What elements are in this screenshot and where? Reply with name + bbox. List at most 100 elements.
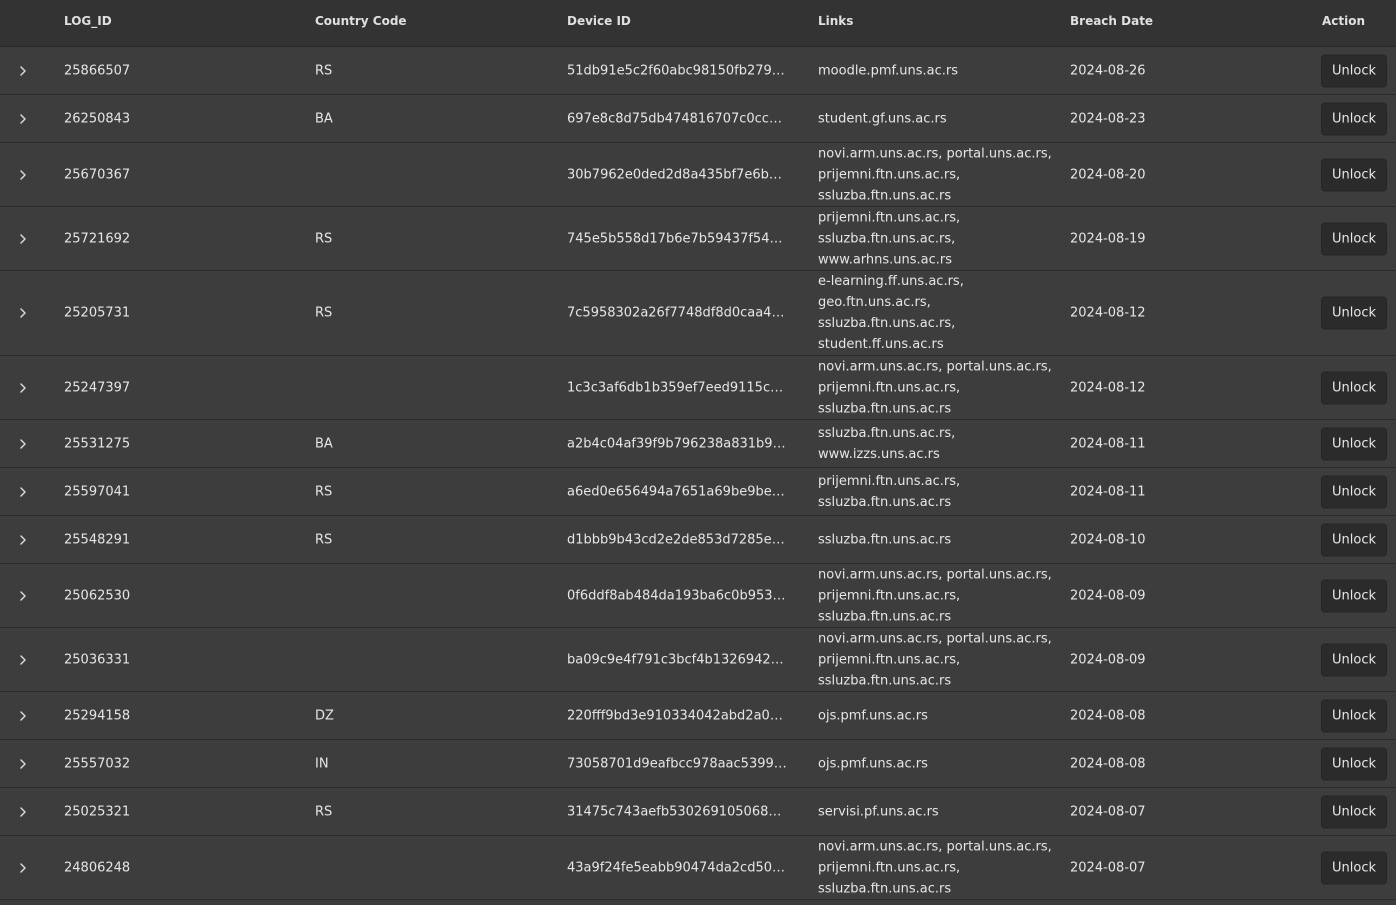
unlock-button[interactable]: Unlock <box>1321 699 1387 732</box>
expand-chevron-icon[interactable] <box>17 65 29 77</box>
cell-log-id: 25721692 <box>64 231 131 246</box>
cell-country-code: RS <box>315 484 333 499</box>
expand-chevron-icon[interactable] <box>17 862 29 874</box>
cell-country-code: RS <box>315 231 333 246</box>
table-row[interactable]: 25670367 30b7962e0ded2d8a435bf7e6b7a… novi… <box>0 143 1396 207</box>
cell-links: novi.arm.uns.ac.rs, portal.uns.ac.rs, pr… <box>818 567 1052 624</box>
cell-log-id: 25557032 <box>64 756 131 771</box>
unlock-button[interactable]: Unlock <box>1321 296 1387 330</box>
cell-log-id: 25205731 <box>64 305 131 321</box>
cell-country-code: BA <box>315 436 333 451</box>
cell-breach-date: 2024-08-09 <box>1070 588 1146 603</box>
table-row[interactable]: 25247397 1c3c3af6db1b359ef7eed9115c047… no… <box>0 356 1396 420</box>
cell-breach-date: 2024-08-11 <box>1070 484 1146 499</box>
cell-country-code: RS <box>315 305 333 321</box>
expand-chevron-icon[interactable] <box>17 534 29 546</box>
table-header: LOG_ID Country Code Device ID Links Brea… <box>0 0 1396 47</box>
unlock-button[interactable]: Unlock <box>1321 54 1387 87</box>
cell-device-id: ba09c9e4f791c3bcf4b13269429b… <box>567 652 789 667</box>
cell-device-id: 7c5958302a26f7748df8d0caa43… <box>567 305 789 321</box>
expand-chevron-icon[interactable] <box>17 806 29 818</box>
unlock-button[interactable]: Unlock <box>1321 371 1387 404</box>
header-country-code[interactable]: Country Code <box>315 14 407 28</box>
unlock-button[interactable]: Unlock <box>1321 158 1387 191</box>
table-row[interactable]: 24806248 43a9f24fe5eabb90474da2cd500… novi… <box>0 836 1396 900</box>
cell-breach-date: 2024-08-08 <box>1070 756 1146 771</box>
table-row[interactable]: 25036331 ba09c9e4f791c3bcf4b13269429b… nov… <box>0 628 1396 692</box>
unlock-button[interactable]: Unlock <box>1321 795 1387 828</box>
unlock-button[interactable]: Unlock <box>1321 523 1387 556</box>
header-links[interactable]: Links <box>818 14 853 28</box>
cell-device-id: 220fff9bd3e910334042abd2a07d… <box>567 708 789 723</box>
cell-log-id: 25531275 <box>64 436 131 451</box>
table-body: 25866507 RS 51db91e5c2f60abc98150fb279fe9…… <box>0 47 1396 900</box>
cell-country-code: DZ <box>315 708 334 723</box>
table-row[interactable]: 25597041 RS a6ed0e656494a7651a69be9be6f… pr… <box>0 468 1396 516</box>
cell-breach-date: 2024-08-07 <box>1070 860 1146 875</box>
cell-device-id: a6ed0e656494a7651a69be9be6f… <box>567 484 789 499</box>
expand-chevron-icon[interactable] <box>17 710 29 722</box>
expand-chevron-icon[interactable] <box>17 654 29 666</box>
header-breach-date[interactable]: Breach Date <box>1070 14 1153 28</box>
cell-log-id: 24806248 <box>64 860 131 875</box>
cell-breach-date: 2024-08-19 <box>1070 231 1146 246</box>
cell-country-code: BA <box>315 111 333 126</box>
table-row[interactable]: 25294158 DZ 220fff9bd3e910334042abd2a07d… o… <box>0 692 1396 740</box>
table-row[interactable]: 25548291 RS d1bbb9b43cd2e2de853d7285efee… s… <box>0 516 1396 564</box>
unlock-button[interactable]: Unlock <box>1321 427 1387 460</box>
table-row[interactable]: 25205731 RS 7c5958302a26f7748df8d0caa43… e-… <box>0 271 1396 356</box>
unlock-button[interactable]: Unlock <box>1321 579 1387 612</box>
cell-device-id: 43a9f24fe5eabb90474da2cd500… <box>567 860 789 875</box>
expand-chevron-icon[interactable] <box>17 758 29 770</box>
table-row[interactable]: 25721692 RS 745e5b558d17b6e7b59437f5464… pr… <box>0 207 1396 271</box>
unlock-button[interactable]: Unlock <box>1321 222 1387 255</box>
cell-breach-date: 2024-08-12 <box>1070 380 1146 395</box>
unlock-button[interactable]: Unlock <box>1321 851 1387 884</box>
table-row[interactable]: 25866507 RS 51db91e5c2f60abc98150fb279fe9…… <box>0 47 1396 95</box>
expand-chevron-icon[interactable] <box>17 486 29 498</box>
unlock-button[interactable]: Unlock <box>1321 747 1387 780</box>
table-row[interactable]: 25531275 BA a2b4c04af39f9b796238a831b95… ss… <box>0 420 1396 468</box>
cell-log-id: 25670367 <box>64 167 131 182</box>
cell-device-id: 1c3c3af6db1b359ef7eed9115c047… <box>567 380 789 395</box>
cell-links: prijemni.ftn.uns.ac.rs, ssluzba.ftn.uns.… <box>818 210 961 267</box>
cell-links: ojs.pmf.uns.ac.rs <box>818 756 928 771</box>
cell-breach-date: 2024-08-09 <box>1070 652 1146 667</box>
cell-log-id: 26250843 <box>64 111 131 126</box>
cell-breach-date: 2024-08-07 <box>1070 804 1146 819</box>
cell-device-id: 697e8c8d75db474816707c0ccc6… <box>567 111 789 126</box>
expand-chevron-icon[interactable] <box>17 382 29 394</box>
cell-links: novi.arm.uns.ac.rs, portal.uns.ac.rs, pr… <box>818 146 1052 203</box>
unlock-button[interactable]: Unlock <box>1321 643 1387 676</box>
table-row[interactable]: 25557032 IN 73058701d9eafbcc978aac5399a… oj… <box>0 740 1396 788</box>
expand-chevron-icon[interactable] <box>17 169 29 181</box>
cell-links: servisi.pf.uns.ac.rs <box>818 804 939 819</box>
expand-chevron-icon[interactable] <box>17 438 29 450</box>
unlock-button[interactable]: Unlock <box>1321 102 1387 135</box>
cell-country-code: RS <box>315 804 333 819</box>
table-row[interactable]: 25025321 RS 31475c743aefb530269105068ad… se… <box>0 788 1396 836</box>
cell-log-id: 25247397 <box>64 380 131 395</box>
cell-breach-date: 2024-08-10 <box>1070 532 1146 547</box>
cell-breach-date: 2024-08-26 <box>1070 63 1146 78</box>
cell-device-id: 51db91e5c2f60abc98150fb279fe9… <box>567 63 789 78</box>
header-log-id[interactable]: LOG_ID <box>64 14 112 28</box>
expand-chevron-icon[interactable] <box>17 307 29 319</box>
expand-chevron-icon[interactable] <box>17 233 29 245</box>
cell-country-code: RS <box>315 63 333 78</box>
cell-device-id: a2b4c04af39f9b796238a831b95… <box>567 436 789 451</box>
cell-log-id: 25036331 <box>64 652 131 667</box>
table-row[interactable]: 26250843 BA 697e8c8d75db474816707c0ccc6… st… <box>0 95 1396 143</box>
cell-breach-date: 2024-08-20 <box>1070 167 1146 182</box>
cell-links: e-learning.ff.uns.ac.rs, geo.ftn.uns.ac.… <box>818 274 964 352</box>
table-row[interactable]: 25062530 0f6ddf8ab484da193ba6c0b953b… novi… <box>0 564 1396 628</box>
unlock-button[interactable]: Unlock <box>1321 475 1387 508</box>
cell-device-id: 745e5b558d17b6e7b59437f5464… <box>567 231 789 246</box>
cell-links: ojs.pmf.uns.ac.rs <box>818 708 928 723</box>
expand-chevron-icon[interactable] <box>17 113 29 125</box>
cell-links: moodle.pmf.uns.ac.rs <box>818 63 958 78</box>
cell-country-code: IN <box>315 756 329 771</box>
expand-chevron-icon[interactable] <box>17 590 29 602</box>
cell-log-id: 25294158 <box>64 708 131 723</box>
header-device-id[interactable]: Device ID <box>567 14 631 28</box>
